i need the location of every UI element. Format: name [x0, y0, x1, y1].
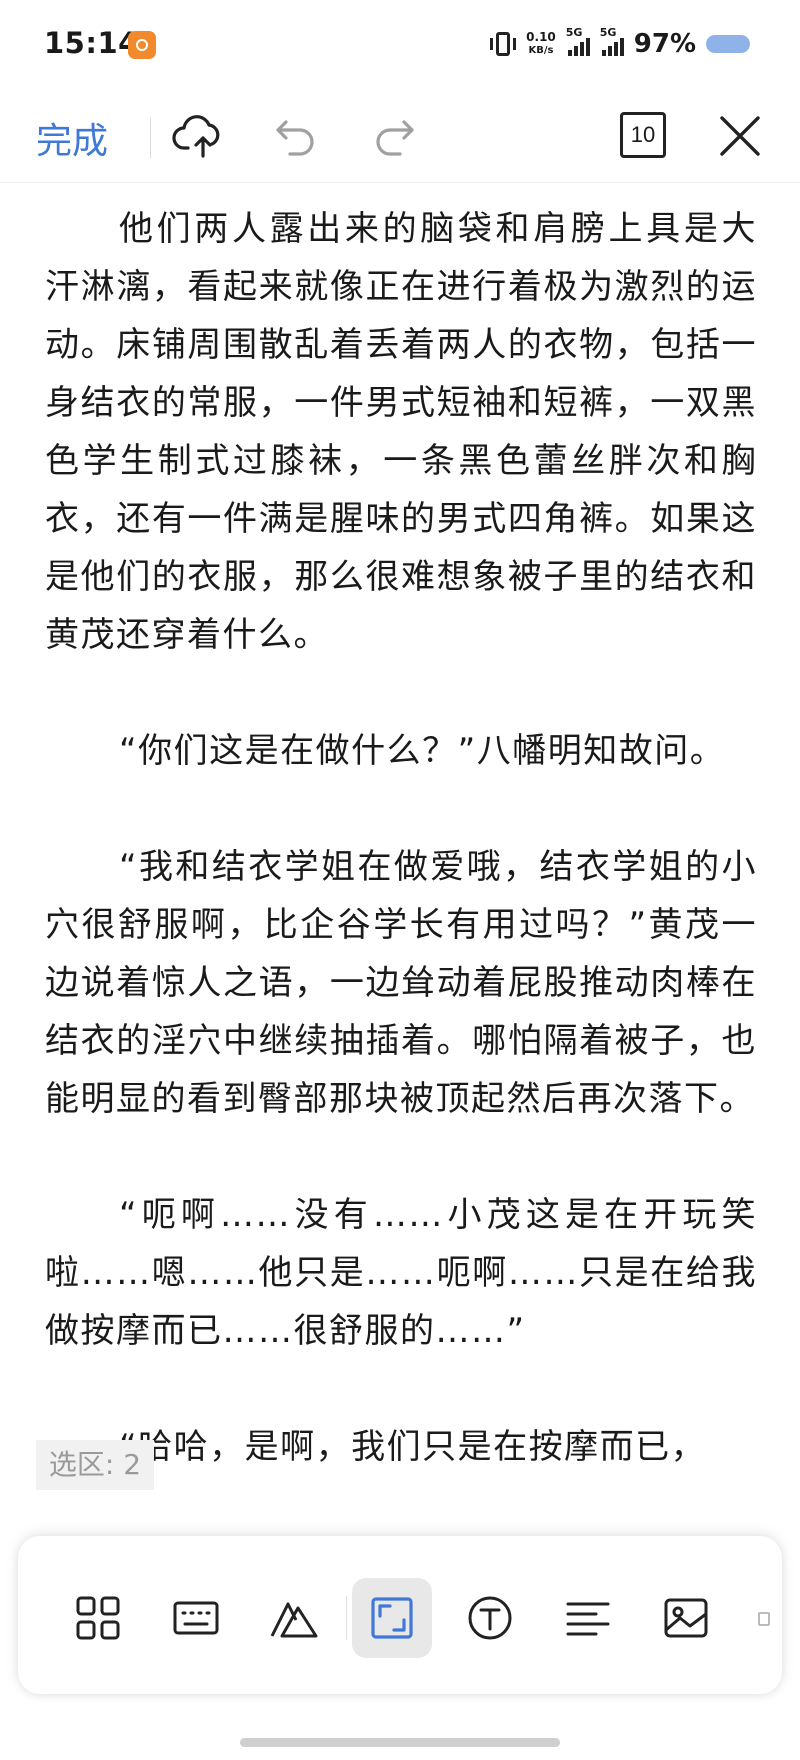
cloud-upload-icon[interactable]	[170, 108, 226, 164]
selection-frame-icon[interactable]	[352, 1578, 432, 1658]
panel-divider	[346, 1596, 347, 1640]
image-icon[interactable]	[646, 1578, 726, 1658]
document-body[interactable]: 他们两人露出来的脑袋和肩膀上具是大汗淋漓，看起来就像正在进行着极为激烈的运动。床…	[45, 200, 757, 1535]
apps-grid-icon[interactable]	[58, 1578, 138, 1658]
app-notification-icon	[128, 31, 156, 59]
more-tools-icon[interactable]	[758, 1612, 770, 1626]
undo-icon[interactable]	[268, 108, 324, 164]
battery-percent: 97%	[633, 29, 696, 59]
text-circle-icon[interactable]	[450, 1578, 530, 1658]
page-count-button[interactable]: 10	[620, 112, 666, 158]
network-speed: 0.10 KB/s	[526, 31, 556, 57]
paragraph[interactable]: “我和结衣学姐在做爱哦，结衣学姐的小穴很舒服啊，比企谷学长有用过吗？”黄茂一边说…	[45, 838, 757, 1128]
edit-toolbar: 完成 10	[0, 90, 800, 183]
status-indicators: 0.10 KB/s 5G 5G 97%	[490, 26, 750, 62]
keyboard-icon[interactable]	[156, 1578, 236, 1658]
redo-icon[interactable]	[366, 108, 422, 164]
done-button[interactable]: 完成	[36, 112, 108, 164]
signal-sim2-icon: 5G	[600, 26, 624, 56]
align-paragraph-icon[interactable]	[548, 1578, 628, 1658]
paragraph[interactable]: “你们这是在做什么？”八幡明知故问。	[45, 722, 757, 780]
close-icon[interactable]	[712, 108, 768, 164]
network-speed-value: 0.10	[526, 30, 556, 44]
status-bar: 15:14 0.10 KB/s 5G 5G 97%	[0, 0, 800, 90]
signal-sim1-icon: 5G	[566, 26, 590, 56]
bottom-tool-panel	[18, 1536, 782, 1694]
toolbar-divider	[150, 118, 151, 158]
font-style-icon[interactable]	[254, 1578, 334, 1658]
status-time: 15:14	[44, 26, 139, 60]
battery-icon	[706, 35, 750, 53]
network-speed-unit: KB/s	[528, 45, 554, 56]
vibrate-icon	[490, 29, 517, 59]
home-indicator[interactable]	[240, 1738, 560, 1747]
paragraph[interactable]: “呃啊……没有……小茂这是在开玩笑啦……嗯……他只是……呃啊……只是在给我做按摩…	[45, 1186, 757, 1360]
sim1-label: 5G	[565, 26, 583, 39]
sim2-label: 5G	[599, 26, 617, 39]
paragraph[interactable]: 他们两人露出来的脑袋和肩膀上具是大汗淋漓，看起来就像正在进行着极为激烈的运动。床…	[45, 200, 757, 664]
selection-count-badge: 选区: 2	[36, 1440, 154, 1490]
